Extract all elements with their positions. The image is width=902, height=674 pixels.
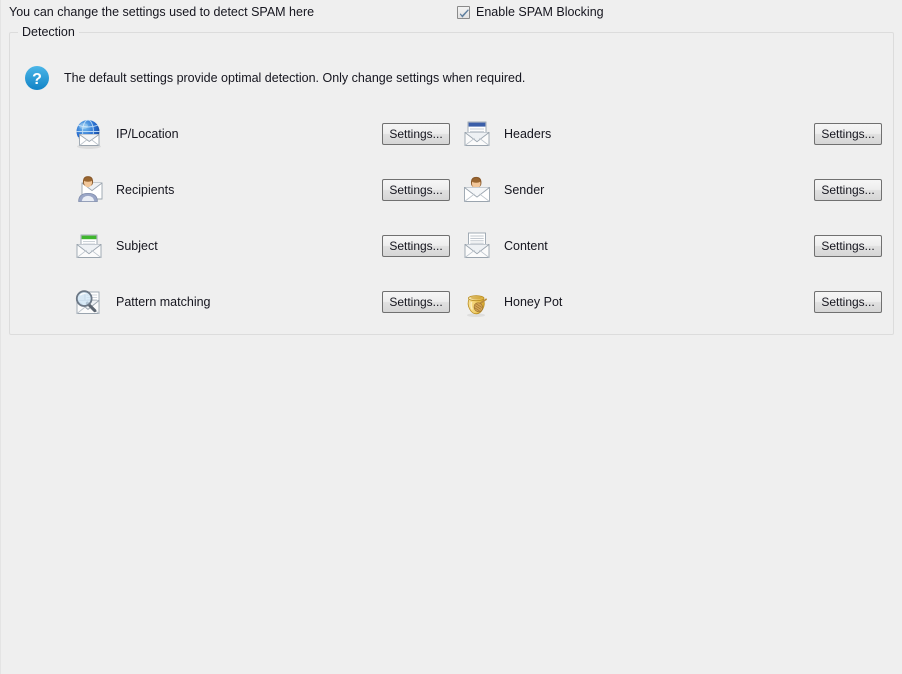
pattern-matching-magnifier-icon — [75, 290, 100, 314]
honey-pot-icon — [467, 295, 487, 317]
checkmark-icon — [459, 8, 469, 18]
page-hint-text: You can change the settings used to dete… — [9, 5, 315, 19]
settings-button-recipients[interactable]: Settings... — [382, 179, 450, 201]
spam-detection-settings-page: You can change the settings used to dete… — [0, 0, 902, 674]
detection-item-headers: Headers Settings... — [460, 106, 882, 162]
help-question-icon: ? — [25, 66, 49, 90]
detection-item-content: Content Settings... — [460, 218, 882, 274]
checkbox-box[interactable] — [457, 5, 470, 19]
headers-envelope-document-icon — [464, 121, 490, 146]
detection-item-sender: Sender Settings... — [460, 162, 882, 218]
ip-location-globe-envelope-icon — [76, 119, 101, 149]
detection-items-grid: IP/Location Settings... Headers Settings… — [10, 106, 895, 330]
enable-spam-blocking-checkbox[interactable]: Enable SPAM Blocking — [457, 5, 604, 19]
settings-button-headers[interactable]: Settings... — [814, 123, 882, 145]
sender-person-envelope-icon — [464, 176, 490, 202]
settings-button-sender[interactable]: Settings... — [814, 179, 882, 201]
svg-text:?: ? — [32, 71, 42, 88]
detection-group-box: Detection ? The default settings provide… — [9, 25, 895, 335]
detection-group-legend: Detection — [18, 25, 79, 39]
table-row: Recipients Settings... Sender Settings..… — [10, 162, 895, 218]
enable-spam-blocking-label: Enable SPAM Blocking — [476, 5, 604, 19]
detection-item-recipients: Recipients Settings... — [72, 162, 462, 218]
settings-button-subject[interactable]: Settings... — [382, 235, 450, 257]
detection-item-pattern-matching: Pattern matching Settings... — [72, 274, 462, 330]
detection-item-honey-pot: Honey Pot Settings... — [460, 274, 882, 330]
table-row: Pattern matching Settings... Honey Pot S… — [10, 274, 895, 330]
content-lined-document-envelope-icon — [464, 232, 490, 258]
table-row: Subject Settings... Content Settings... — [10, 218, 895, 274]
settings-button-honey-pot[interactable]: Settings... — [814, 291, 882, 313]
help-text: The default settings provide optimal det… — [64, 71, 526, 85]
page-header: You can change the settings used to dete… — [1, 0, 902, 26]
detection-item-subject: Subject Settings... — [72, 218, 462, 274]
subject-green-document-envelope-icon — [76, 234, 102, 258]
settings-button-pattern-matching[interactable]: Settings... — [382, 291, 450, 313]
recipients-person-envelope-icon — [78, 176, 103, 202]
settings-button-content[interactable]: Settings... — [814, 235, 882, 257]
settings-button-ip-location[interactable]: Settings... — [382, 123, 450, 145]
table-row: IP/Location Settings... Headers Settings… — [10, 106, 895, 162]
help-row: ? The default settings provide optimal d… — [24, 65, 525, 91]
detection-item-ip-location: IP/Location Settings... — [72, 106, 462, 162]
